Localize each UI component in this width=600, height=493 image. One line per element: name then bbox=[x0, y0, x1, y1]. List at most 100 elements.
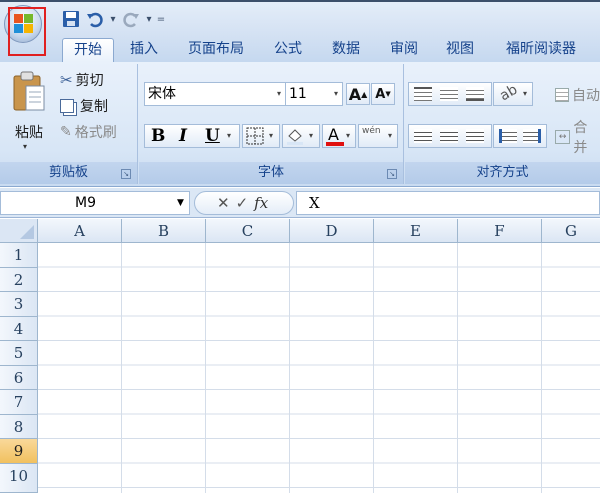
decrease-indent-icon[interactable] bbox=[499, 129, 517, 143]
tab-view[interactable]: 视图 bbox=[438, 38, 482, 62]
tab-formulas[interactable]: 公式 bbox=[266, 38, 310, 62]
wrap-text-icon bbox=[555, 88, 569, 102]
cell-area[interactable] bbox=[38, 243, 600, 493]
font-color-dropdown-icon[interactable]: ▾ bbox=[346, 131, 350, 140]
wrap-text-button[interactable]: 自动 bbox=[555, 84, 600, 106]
formula-input[interactable]: X bbox=[296, 191, 600, 215]
tab-insert[interactable]: 插入 bbox=[122, 38, 166, 62]
column-header-b[interactable]: B bbox=[122, 219, 206, 243]
name-box[interactable]: M9 bbox=[0, 191, 190, 215]
tab-review[interactable]: 审阅 bbox=[380, 38, 428, 62]
customize-qat-button[interactable]: = bbox=[156, 14, 166, 25]
merge-label: 合并 bbox=[573, 120, 588, 156]
column-header-d[interactable]: D bbox=[290, 219, 374, 243]
fill-color-dropdown-icon[interactable]: ▾ bbox=[309, 131, 313, 140]
column-header-a[interactable]: A bbox=[38, 219, 122, 243]
name-box-dropdown-icon[interactable]: ▼ bbox=[177, 198, 184, 208]
align-left-icon[interactable] bbox=[414, 129, 432, 143]
formula-bar: M9 ▼ ✕ ✓ fx X bbox=[0, 188, 600, 218]
ribbon: 粘贴 ▾ ✂ 剪切 复制 ✎ 格式刷 剪贴板 ↘ 宋体 ▾ 11 ▾ A ▲ A… bbox=[0, 62, 600, 187]
font-name-dropdown-icon[interactable]: ▾ bbox=[277, 83, 281, 105]
align-middle-icon[interactable] bbox=[440, 87, 458, 101]
row-header-8[interactable]: 8 bbox=[0, 414, 38, 439]
insert-function-button[interactable]: fx bbox=[254, 194, 268, 212]
tab-page-layout[interactable]: 页面布局 bbox=[180, 38, 252, 62]
redo-icon bbox=[123, 12, 139, 28]
row-header-5[interactable]: 5 bbox=[0, 341, 38, 366]
paste-dropdown-icon[interactable]: ▾ bbox=[23, 142, 27, 151]
enter-entry-button[interactable]: ✓ bbox=[236, 194, 249, 212]
column-header-e[interactable]: E bbox=[374, 219, 458, 243]
alignment-group-label: 对齐方式 bbox=[405, 162, 600, 184]
borders-icon bbox=[246, 127, 264, 145]
clipboard-group: 粘贴 ▾ ✂ 剪切 复制 ✎ 格式刷 剪贴板 ↘ bbox=[0, 64, 138, 184]
font-name-input[interactable]: 宋体 ▾ bbox=[144, 82, 286, 106]
column-header-f[interactable]: F bbox=[458, 219, 542, 243]
row-header-4[interactable]: 4 bbox=[0, 316, 38, 341]
row-header-2[interactable]: 2 bbox=[0, 267, 38, 292]
formula-buttons: ✕ ✓ fx bbox=[194, 191, 294, 215]
tab-home[interactable]: 开始 bbox=[62, 38, 114, 62]
bold-button[interactable]: B bbox=[151, 126, 165, 146]
redo-dropdown-icon[interactable]: ▾ bbox=[144, 14, 154, 25]
redo-button[interactable] bbox=[120, 8, 142, 30]
row-header-9[interactable]: 9 bbox=[0, 439, 38, 464]
font-size-dropdown-icon[interactable]: ▾ bbox=[334, 83, 338, 105]
fill-color-button[interactable]: ▾ bbox=[282, 124, 320, 148]
align-right-icon[interactable] bbox=[466, 129, 484, 143]
cut-button[interactable]: ✂ 剪切 bbox=[60, 70, 104, 90]
shrink-font-button[interactable]: A ▼ bbox=[371, 83, 395, 105]
font-size-value: 11 bbox=[289, 86, 307, 102]
save-button[interactable] bbox=[60, 8, 82, 30]
align-top-icon[interactable] bbox=[414, 87, 432, 101]
row-header-6[interactable]: 6 bbox=[0, 365, 38, 390]
orientation-dropdown-icon[interactable]: ▾ bbox=[523, 89, 527, 98]
underline-dropdown-icon[interactable]: ▾ bbox=[227, 131, 231, 140]
merge-center-button[interactable]: ↔ 合并 bbox=[555, 120, 600, 156]
align-center-icon[interactable] bbox=[440, 129, 458, 143]
row-header-10[interactable]: 10 bbox=[0, 463, 38, 493]
vertical-align-buttons bbox=[408, 82, 492, 106]
undo-dropdown-icon[interactable]: ▾ bbox=[108, 14, 118, 25]
font-size-input[interactable]: 11 ▾ bbox=[285, 82, 343, 106]
grow-font-button[interactable]: A ▲ bbox=[346, 83, 370, 105]
paste-icon bbox=[13, 71, 45, 111]
italic-button[interactable]: I bbox=[179, 126, 187, 146]
quick-access-toolbar: ▾ ▾ = bbox=[60, 7, 166, 31]
format-painter-button[interactable]: ✎ 格式刷 bbox=[60, 122, 117, 142]
highlight-annotation-box bbox=[8, 7, 46, 56]
shrink-arrow-icon: ▼ bbox=[385, 90, 391, 98]
wrap-text-label: 自动 bbox=[572, 88, 600, 104]
copy-button[interactable]: 复制 bbox=[60, 96, 108, 116]
font-color-button[interactable]: A ▾ bbox=[322, 124, 356, 148]
cut-label: 剪切 bbox=[75, 73, 104, 89]
paste-label: 粘贴 bbox=[15, 125, 43, 141]
phonetic-dropdown-icon[interactable]: ▾ bbox=[388, 131, 392, 140]
font-group: 宋体 ▾ 11 ▾ A ▲ A ▼ B I U ▾ ▾ ▾ A ▾ wén ▾ … bbox=[139, 64, 404, 184]
row-header-7[interactable]: 7 bbox=[0, 390, 38, 415]
merge-icon: ↔ bbox=[555, 130, 571, 144]
row-header-1[interactable]: 1 bbox=[0, 243, 38, 268]
increase-indent-icon[interactable] bbox=[523, 129, 541, 143]
phonetic-label: wén bbox=[362, 126, 381, 136]
font-dialog-launcher-icon[interactable]: ↘ bbox=[387, 169, 397, 179]
tab-data[interactable]: 数据 bbox=[322, 38, 370, 62]
grow-arrow-icon: ▲ bbox=[361, 89, 368, 99]
paste-button[interactable]: 粘贴 ▾ bbox=[8, 68, 50, 152]
cancel-entry-button[interactable]: ✕ bbox=[217, 194, 230, 212]
phonetic-guide-button[interactable]: wén ▾ bbox=[358, 124, 398, 148]
borders-button[interactable]: ▾ bbox=[242, 124, 280, 148]
underline-button[interactable]: U bbox=[205, 126, 220, 146]
borders-dropdown-icon[interactable]: ▾ bbox=[269, 131, 273, 140]
column-header-g[interactable]: G bbox=[542, 219, 600, 243]
column-header-c[interactable]: C bbox=[206, 219, 290, 243]
undo-button[interactable] bbox=[84, 8, 106, 30]
align-bottom-icon[interactable] bbox=[466, 87, 484, 101]
orientation-button[interactable]: ab ▾ bbox=[493, 82, 533, 106]
select-all-button[interactable] bbox=[0, 219, 38, 243]
row-header-3[interactable]: 3 bbox=[0, 292, 38, 317]
tab-foxit-reader[interactable]: 福昕阅读器 bbox=[494, 38, 588, 62]
save-icon bbox=[63, 11, 79, 27]
clipboard-dialog-launcher-icon[interactable]: ↘ bbox=[121, 169, 131, 179]
worksheet-grid: A B C D E F G 1 2 3 4 5 6 7 8 9 10 bbox=[0, 219, 600, 493]
